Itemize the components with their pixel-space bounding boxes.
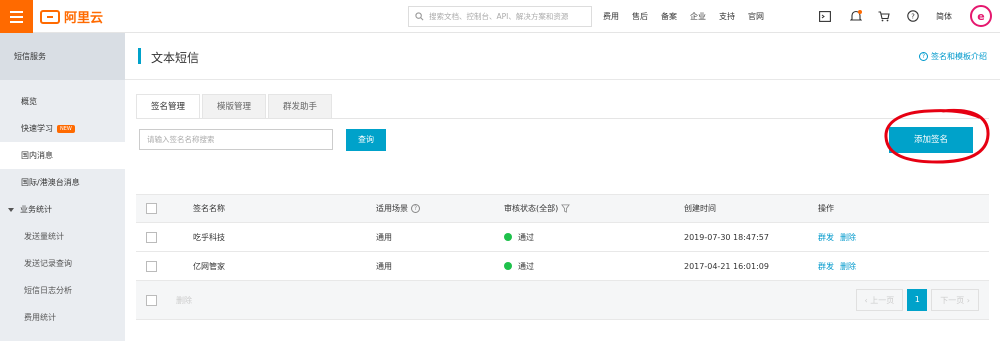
nav-filing[interactable]: 备案 — [661, 11, 677, 22]
sidebar-item-label: 发送量统计 — [24, 232, 64, 241]
tab-divider — [136, 118, 989, 119]
signature-search-input[interactable]: 请输入签名名称搜索 — [139, 129, 333, 150]
col-signature-name: 签名名称 — [193, 204, 225, 213]
sidebar-item-domestic-messages[interactable]: 国内消息 — [0, 142, 125, 169]
table-header: 签名名称 适用场景? 审核状态(全部) 创建时间 操作 — [136, 194, 989, 223]
next-page-label: 下一页 — [940, 296, 965, 305]
row-checkbox[interactable] — [146, 260, 157, 272]
select-all-checkbox[interactable] — [146, 203, 157, 214]
sidebar: 短信服务 概览 快速学习 NEW 国内消息 国际/港澳台消息 业务统计 发送量统计… — [0, 33, 125, 341]
prev-page-label: 上一页 — [870, 296, 895, 305]
sidebar-item-quick-learn[interactable]: 快速学习 NEW — [0, 115, 125, 142]
sidebar-item-fee-stats[interactable]: 费用统计 — [0, 304, 125, 331]
svg-text:?: ? — [911, 13, 915, 21]
avatar[interactable]: e — [970, 5, 992, 27]
sidebar-title: 短信服务 — [0, 33, 125, 80]
question-icon[interactable]: ? — [411, 204, 420, 213]
sidebar-item-send-volume[interactable]: 发送量统计 — [0, 223, 125, 250]
add-signature-button[interactable]: 添加签名 — [889, 127, 973, 153]
top-bar: 阿里云 搜索文档、控制台、API、解决方案和资源 费用 售后 备案 企业 支持 … — [0, 0, 1000, 33]
delete-link[interactable]: 删除 — [840, 232, 856, 243]
scene: 通用 — [376, 232, 392, 242]
sidebar-item-label: 快速学习 — [21, 124, 53, 133]
status-text: 通过 — [518, 261, 534, 271]
new-badge: NEW — [57, 124, 75, 133]
row-checkbox[interactable] — [146, 231, 157, 243]
signature-template-help-link[interactable]: ? 签名和模板介绍 — [919, 51, 987, 62]
sidebar-item-log-analysis[interactable]: 短信日志分析 — [0, 277, 125, 304]
help-link-label: 签名和模板介绍 — [931, 52, 987, 61]
created-time: 2019-07-30 18:47:57 — [684, 232, 769, 242]
scene: 通用 — [376, 261, 392, 271]
global-search-placeholder: 搜索文档、控制台、API、解决方案和资源 — [429, 12, 569, 21]
footer-select-all-checkbox[interactable] — [146, 294, 157, 306]
signature-name: 吃乎科技 — [193, 232, 225, 242]
terminal-icon[interactable] — [818, 9, 832, 23]
status-dot-icon — [504, 233, 512, 241]
chevron-down-icon — [8, 207, 14, 212]
col-scene: 适用场景 — [376, 204, 408, 213]
nav-official-site[interactable]: 官网 — [748, 11, 764, 22]
sidebar-item-overview[interactable]: 概览 — [0, 88, 125, 115]
delete-link[interactable]: 删除 — [840, 261, 856, 272]
status-dot-icon — [504, 262, 512, 270]
sidebar-item-label: 发送记录查询 — [24, 259, 72, 268]
sidebar-item-label: 费用统计 — [24, 313, 56, 322]
query-button[interactable]: 查询 — [346, 129, 386, 151]
tab-signature-management[interactable]: 签名管理 — [136, 94, 201, 119]
sidebar-item-international-messages[interactable]: 国际/港澳台消息 — [0, 169, 125, 196]
top-nav: 费用 售后 备案 企业 支持 官网 — [603, 0, 777, 33]
page-header: 文本短信 ? 签名和模板介绍 — [125, 33, 1000, 80]
global-search-input[interactable]: 搜索文档、控制台、API、解决方案和资源 — [408, 6, 592, 27]
pagination: ‹ 上一页 1 下一页 › — [855, 289, 979, 311]
signature-table: 签名名称 适用场景? 审核状态(全部) 创建时间 操作 吃乎科技 通用 通过 2… — [136, 194, 989, 320]
sidebar-item-label: 国际/港澳台消息 — [21, 178, 80, 187]
sidebar-item-label: 短信日志分析 — [24, 286, 72, 295]
nav-after-sales[interactable]: 售后 — [632, 11, 648, 22]
bell-icon[interactable] — [849, 9, 863, 23]
tab-bulk-send-assistant[interactable]: 群发助手 — [268, 94, 333, 119]
prev-page-button[interactable]: ‹ 上一页 — [855, 289, 904, 311]
col-created-time: 创建时间 — [684, 204, 716, 213]
col-status: 审核状态(全部) — [504, 204, 559, 213]
nav-fees[interactable]: 费用 — [603, 11, 619, 22]
page-number-current[interactable]: 1 — [907, 289, 928, 311]
signature-name: 亿网管家 — [193, 261, 225, 271]
aliyun-logo-icon — [40, 9, 60, 24]
filter-icon[interactable] — [561, 204, 571, 213]
table-footer: 删除 ‹ 上一页 1 下一页 › — [136, 281, 989, 320]
language-switch[interactable]: 简体 — [936, 11, 952, 22]
menu-icon[interactable] — [0, 0, 33, 33]
chevron-right-icon: › — [964, 296, 970, 305]
help-icon[interactable]: ? — [906, 9, 920, 23]
page-title: 文本短信 — [151, 51, 200, 65]
logo-text: 阿里云 — [64, 11, 104, 26]
question-icon: ? — [919, 52, 928, 61]
tab-bar: 签名管理 模版管理 群发助手 — [136, 94, 334, 119]
nav-enterprise[interactable]: 企业 — [690, 11, 706, 22]
col-actions: 操作 — [818, 204, 834, 213]
title-accent-bar — [138, 48, 141, 64]
search-icon — [415, 12, 424, 21]
sidebar-item-label: 概览 — [21, 97, 37, 106]
tab-template-management[interactable]: 模版管理 — [202, 94, 267, 119]
sidebar-item-label: 业务统计 — [20, 205, 52, 214]
nav-support[interactable]: 支持 — [719, 11, 735, 22]
sidebar-item-label: 国内消息 — [21, 151, 53, 160]
main-content: 文本短信 ? 签名和模板介绍 签名管理 模版管理 群发助手 请输入签名名称搜索 … — [125, 33, 1000, 341]
bulk-send-link[interactable]: 群发 — [818, 232, 834, 243]
bulk-send-link[interactable]: 群发 — [818, 261, 834, 272]
table-row: 吃乎科技 通用 通过 2019-07-30 18:47:57 群发 删除 — [136, 223, 989, 252]
sidebar-item-send-records[interactable]: 发送记录查询 — [0, 250, 125, 277]
status-text: 通过 — [518, 232, 534, 242]
logo[interactable]: 阿里云 — [40, 8, 104, 26]
next-page-button[interactable]: 下一页 › — [931, 289, 979, 311]
sidebar-group-business-stats[interactable]: 业务统计 — [0, 196, 125, 223]
batch-delete-button[interactable]: 删除 — [176, 281, 192, 319]
created-time: 2017-04-21 16:01:09 — [684, 261, 769, 271]
table-row: 亿网管家 通用 通过 2017-04-21 16:01:09 群发 删除 — [136, 252, 989, 281]
cart-icon[interactable] — [877, 9, 891, 23]
